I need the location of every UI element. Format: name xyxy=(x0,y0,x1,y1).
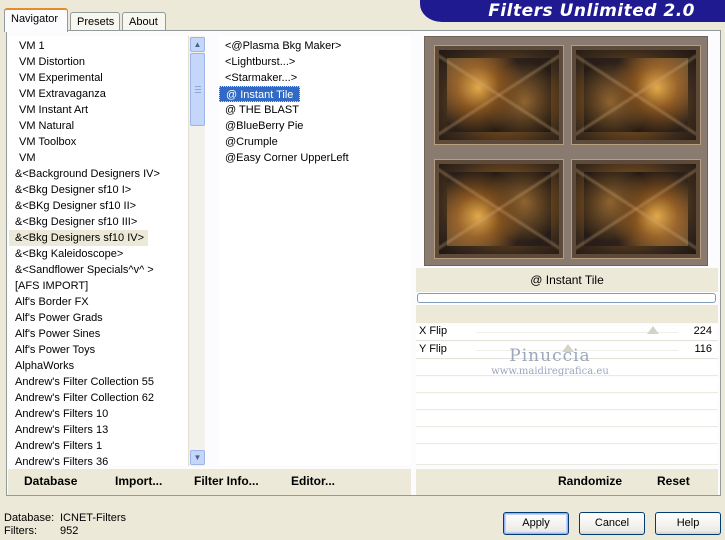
grip-icon xyxy=(195,86,201,93)
category-item[interactable]: &<Bkg Designer sf10 III> xyxy=(9,214,205,230)
slider-thumb[interactable] xyxy=(647,326,660,334)
category-item[interactable]: VM xyxy=(9,150,205,166)
randomize-button[interactable]: Randomize xyxy=(558,474,622,488)
category-item[interactable]: Andrew's Filter Collection 55 xyxy=(9,374,205,390)
category-item[interactable]: VM Experimental xyxy=(9,70,205,86)
import-button[interactable]: Import... xyxy=(115,474,162,488)
category-item[interactable]: Alf's Power Grads xyxy=(9,310,205,326)
scroll-thumb[interactable] xyxy=(190,53,205,126)
database-label: Database: xyxy=(4,512,55,524)
filter-info-button[interactable]: Filter Info... xyxy=(194,474,259,488)
tab-presets[interactable]: Presets xyxy=(70,12,120,32)
filter-item[interactable]: <Starmaker...> xyxy=(219,70,409,86)
category-item[interactable]: Andrew's Filters 36 xyxy=(9,454,205,465)
category-item[interactable]: VM 1 xyxy=(9,38,205,54)
tab-about[interactable]: About xyxy=(122,12,166,32)
category-item[interactable]: [AFS IMPORT] xyxy=(9,278,205,294)
filter-item[interactable]: @ Instant Tile xyxy=(219,86,301,102)
preview-image xyxy=(424,36,708,266)
reset-button[interactable]: Reset xyxy=(657,474,690,488)
preview-tile xyxy=(434,159,564,259)
preview-tile xyxy=(571,159,701,259)
category-item[interactable]: Andrew's Filters 1 xyxy=(9,438,205,454)
category-item[interactable]: AlphaWorks xyxy=(9,358,205,374)
selected-filter-name: @ Instant Tile xyxy=(416,268,718,292)
cancel-button[interactable]: Cancel xyxy=(579,512,645,535)
slider-value: 224 xyxy=(693,325,712,337)
category-item[interactable]: Alf's Power Sines xyxy=(9,326,205,342)
slider-slot xyxy=(416,411,718,427)
category-item[interactable]: &<BKg Designer sf10 II> xyxy=(9,198,205,214)
apply-button[interactable]: Apply xyxy=(503,512,569,535)
category-item[interactable]: &<Bkg Designer sf10 I> xyxy=(9,182,205,198)
filters-count-value: 952 xyxy=(60,525,79,537)
category-item[interactable]: VM Toolbox xyxy=(9,134,205,150)
category-item[interactable]: Alf's Border FX xyxy=(9,294,205,310)
scroll-up-button[interactable]: ▲ xyxy=(190,37,205,52)
category-scrollbar[interactable]: ▲ ▼ xyxy=(188,36,205,466)
preview-tile xyxy=(571,45,701,145)
command-bar: Database Import... Filter Info... Editor… xyxy=(8,469,411,495)
command-bar-right: Randomize Reset xyxy=(416,469,718,495)
slider-y-flip[interactable]: Y Flip 116 xyxy=(416,342,718,359)
category-item[interactable]: Andrew's Filters 10 xyxy=(9,406,205,422)
slider-label: Y Flip xyxy=(419,343,447,355)
filter-item[interactable]: @Easy Corner UpperLeft xyxy=(219,150,409,166)
progress-bar xyxy=(417,293,716,303)
filter-item[interactable]: <Lightburst...> xyxy=(219,54,409,70)
filter-list[interactable]: <@Plasma Bkg Maker> <Lightburst...> <Starm… xyxy=(218,36,410,466)
category-item[interactable]: VM Instant Art xyxy=(9,102,205,118)
category-item[interactable]: &<Bkg Kaleidoscope> xyxy=(9,246,205,262)
slider-slot xyxy=(416,394,718,410)
category-item[interactable]: Andrew's Filters 13 xyxy=(9,422,205,438)
database-button[interactable]: Database xyxy=(24,474,77,488)
header-banner: Filters Unlimited 2.0 xyxy=(420,0,725,22)
filters-count-label: Filters: xyxy=(4,525,37,537)
slider-slot xyxy=(416,377,718,393)
category-item[interactable]: &<Background Designers IV> xyxy=(9,166,205,182)
tab-navigator[interactable]: Navigator xyxy=(4,8,68,32)
filter-item[interactable]: @ THE BLAST xyxy=(219,102,409,118)
filter-item[interactable]: @BlueBerry Pie xyxy=(219,118,409,134)
category-item[interactable]: VM Extravaganza xyxy=(9,86,205,102)
slider-slot xyxy=(416,445,718,465)
category-list[interactable]: VM 1 VM Distortion VM Experimental VM Extra… xyxy=(8,36,206,466)
category-item[interactable]: VM Natural xyxy=(9,118,205,134)
filter-item[interactable]: <@Plasma Bkg Maker> xyxy=(219,38,409,54)
slider-label: X Flip xyxy=(419,325,448,337)
category-item[interactable]: &<Bkg Designers sf10 IV> xyxy=(9,230,149,246)
slider-track[interactable] xyxy=(476,350,678,351)
preview-tile xyxy=(434,45,564,145)
category-item[interactable]: &<Sandflower Specials^v^ > xyxy=(9,262,205,278)
database-value: ICNET-Filters xyxy=(60,512,126,524)
category-item[interactable]: Alf's Power Toys xyxy=(9,342,205,358)
category-item[interactable]: Andrew's Filter Collection 62 xyxy=(9,390,205,406)
filter-item[interactable]: @Crumple xyxy=(219,134,409,150)
editor-button[interactable]: Editor... xyxy=(291,474,335,488)
slider-thumb[interactable] xyxy=(561,344,574,352)
app-title: Filters Unlimited 2.0 xyxy=(488,1,695,21)
category-item[interactable]: VM Distortion xyxy=(9,54,205,70)
slider-slot xyxy=(416,360,718,376)
slider-slot xyxy=(416,428,718,444)
slider-value: 116 xyxy=(694,343,712,355)
slider-x-flip[interactable]: X Flip 224 xyxy=(416,324,718,341)
scroll-down-button[interactable]: ▼ xyxy=(190,450,205,465)
help-button[interactable]: Help xyxy=(655,512,721,535)
